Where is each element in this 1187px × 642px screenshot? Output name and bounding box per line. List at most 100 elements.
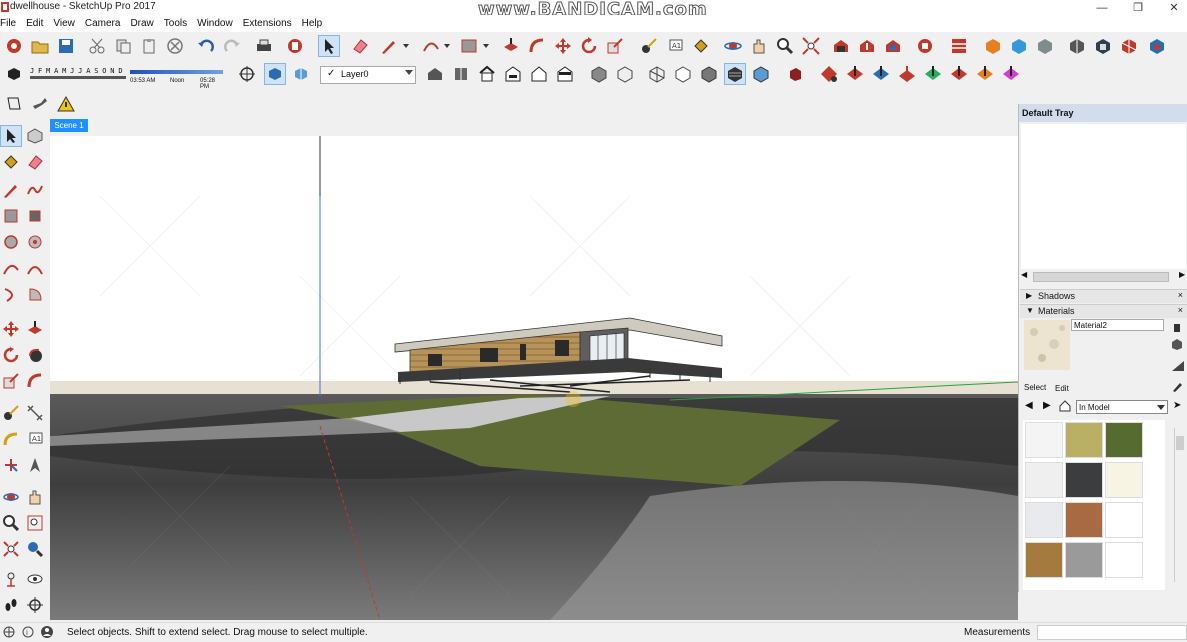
tape-measure-tool-button[interactable] bbox=[638, 35, 660, 57]
menu-extensions[interactable]: Extensions bbox=[238, 18, 297, 29]
pan-tool-button[interactable] bbox=[748, 35, 770, 57]
display-secondary-button[interactable] bbox=[1171, 322, 1183, 337]
intersect-button[interactable] bbox=[1092, 35, 1114, 57]
zoom-tool-button[interactable] bbox=[774, 35, 796, 57]
material-swatch[interactable] bbox=[1065, 462, 1103, 498]
collection-dropdown[interactable]: In Model bbox=[1076, 400, 1168, 414]
paste-button[interactable] bbox=[138, 35, 160, 57]
sandbox-flip-edge-tool[interactable] bbox=[922, 63, 944, 85]
display-section-planes-button[interactable] bbox=[264, 63, 286, 85]
extension-warehouse-button[interactable] bbox=[914, 35, 936, 57]
right-view-button[interactable] bbox=[502, 63, 524, 85]
monochrome-style-button[interactable] bbox=[750, 63, 772, 85]
eraser-tool-button[interactable] bbox=[349, 35, 371, 57]
sandbox-smoove-tool[interactable] bbox=[896, 63, 918, 85]
model-info-button[interactable] bbox=[284, 35, 306, 57]
left-dimension-tool[interactable] bbox=[24, 402, 46, 424]
menu-camera[interactable]: Camera bbox=[80, 18, 126, 29]
left-line-tool[interactable] bbox=[0, 179, 22, 201]
outer-shell-button[interactable] bbox=[1066, 35, 1088, 57]
text-tool-button[interactable]: A1 bbox=[664, 35, 686, 57]
print-button[interactable] bbox=[253, 35, 275, 57]
push-pull-tool-button[interactable] bbox=[500, 35, 522, 57]
match-photo-button[interactable] bbox=[784, 63, 806, 85]
rotate-tool-button[interactable] bbox=[578, 35, 600, 57]
left-section-plane-tool[interactable] bbox=[24, 594, 46, 616]
left-look-around-tool[interactable] bbox=[24, 568, 46, 590]
left-3d-text-tool[interactable] bbox=[24, 454, 46, 476]
left-walk-tool[interactable] bbox=[0, 594, 22, 616]
swatch-scroll-thumb[interactable] bbox=[1176, 436, 1184, 450]
edit-tab[interactable]: Edit bbox=[1055, 384, 1069, 393]
scale-tool-button[interactable] bbox=[604, 35, 626, 57]
scroll-right-icon[interactable]: ▶ bbox=[1179, 270, 1185, 279]
sandbox-from-contours-tool[interactable] bbox=[818, 63, 840, 85]
line-tool-dropdown[interactable] bbox=[400, 35, 412, 57]
left-tape-tool[interactable] bbox=[0, 402, 22, 424]
section-tool-button[interactable] bbox=[3, 93, 25, 115]
scroll-thumb[interactable] bbox=[1033, 272, 1169, 282]
left-pie-tool[interactable] bbox=[24, 283, 46, 305]
paint-bucket-tool-button[interactable] bbox=[690, 35, 712, 57]
left-select-tool[interactable] bbox=[0, 125, 22, 147]
copy-button[interactable] bbox=[112, 35, 134, 57]
material-swatch[interactable] bbox=[1025, 462, 1063, 498]
select-tab[interactable]: Select bbox=[1024, 383, 1046, 392]
xray-style-button[interactable] bbox=[588, 63, 610, 85]
menu-file[interactable]: File bbox=[0, 18, 21, 29]
geolocation-button[interactable] bbox=[2, 625, 16, 642]
material-swatch[interactable] bbox=[1105, 462, 1143, 498]
arc-tool-dropdown[interactable] bbox=[441, 35, 453, 57]
left-orbit-tool[interactable] bbox=[0, 486, 22, 508]
scroll-left-icon[interactable]: ◀ bbox=[1021, 270, 1027, 279]
shape-tool-button[interactable] bbox=[458, 35, 480, 57]
sandbox-add-detail-tool[interactable] bbox=[948, 63, 970, 85]
open-button[interactable] bbox=[29, 35, 51, 57]
front-view-button[interactable] bbox=[476, 63, 498, 85]
material-swatch[interactable] bbox=[1065, 502, 1103, 538]
iso-view-button[interactable] bbox=[424, 63, 446, 85]
arc-tool-button[interactable] bbox=[420, 35, 442, 57]
left-rectangle-tool[interactable] bbox=[0, 205, 22, 227]
material-swatch[interactable] bbox=[1065, 542, 1103, 578]
wireframe-style-button[interactable] bbox=[646, 63, 668, 85]
left-push-pull-tool[interactable] bbox=[24, 318, 46, 340]
back-view-button[interactable] bbox=[528, 63, 550, 85]
left-offset-tool[interactable] bbox=[24, 370, 46, 392]
sandbox-from-scratch-button[interactable] bbox=[1008, 35, 1030, 57]
date-slider[interactable] bbox=[30, 76, 126, 79]
section-plane-button[interactable] bbox=[236, 63, 258, 85]
user-account-button[interactable] bbox=[40, 625, 54, 642]
sandbox-stamp-tool[interactable] bbox=[870, 63, 892, 85]
left-previous-view-tool[interactable] bbox=[24, 538, 46, 560]
shadows-panel-header[interactable]: ▶ Shadows × bbox=[1020, 289, 1187, 303]
smoove-button[interactable] bbox=[1034, 35, 1056, 57]
create-material-button[interactable] bbox=[1171, 338, 1183, 353]
left-rotated-rectangle-tool[interactable] bbox=[24, 205, 46, 227]
left-circle-tool[interactable] bbox=[0, 231, 22, 253]
move-tool-button[interactable] bbox=[552, 35, 574, 57]
scene-tab[interactable]: Scene 1 bbox=[50, 119, 88, 132]
left-polygon-tool[interactable] bbox=[24, 231, 46, 253]
menu-window[interactable]: Window bbox=[192, 18, 238, 29]
credits-button[interactable]: i bbox=[21, 625, 35, 642]
materials-panel-header[interactable]: ▼ Materials × bbox=[1020, 304, 1187, 318]
swatch-vertical-scrollbar[interactable] bbox=[1174, 428, 1185, 582]
menu-view[interactable]: View bbox=[48, 18, 80, 29]
layout-button[interactable] bbox=[948, 35, 970, 57]
follow-me-tool-button[interactable] bbox=[526, 35, 548, 57]
warehouse-button[interactable] bbox=[830, 35, 852, 57]
sample-paint-button[interactable] bbox=[1171, 380, 1183, 395]
left-axes-tool[interactable] bbox=[0, 454, 22, 476]
in-model-button[interactable] bbox=[1059, 400, 1071, 415]
left-pan-tool[interactable] bbox=[24, 486, 46, 508]
erase-button[interactable] bbox=[164, 35, 186, 57]
select-tool-button[interactable] bbox=[318, 35, 340, 57]
dynamic-component-button[interactable] bbox=[29, 93, 51, 115]
shadow-toggle-button[interactable] bbox=[3, 63, 25, 85]
minimize-button[interactable]: — bbox=[1088, 0, 1116, 15]
left-protractor-tool[interactable] bbox=[0, 428, 22, 450]
layer-selector[interactable]: ✓ Layer0 bbox=[320, 66, 416, 84]
redo-button[interactable] bbox=[221, 35, 243, 57]
material-swatch[interactable] bbox=[1025, 542, 1063, 578]
